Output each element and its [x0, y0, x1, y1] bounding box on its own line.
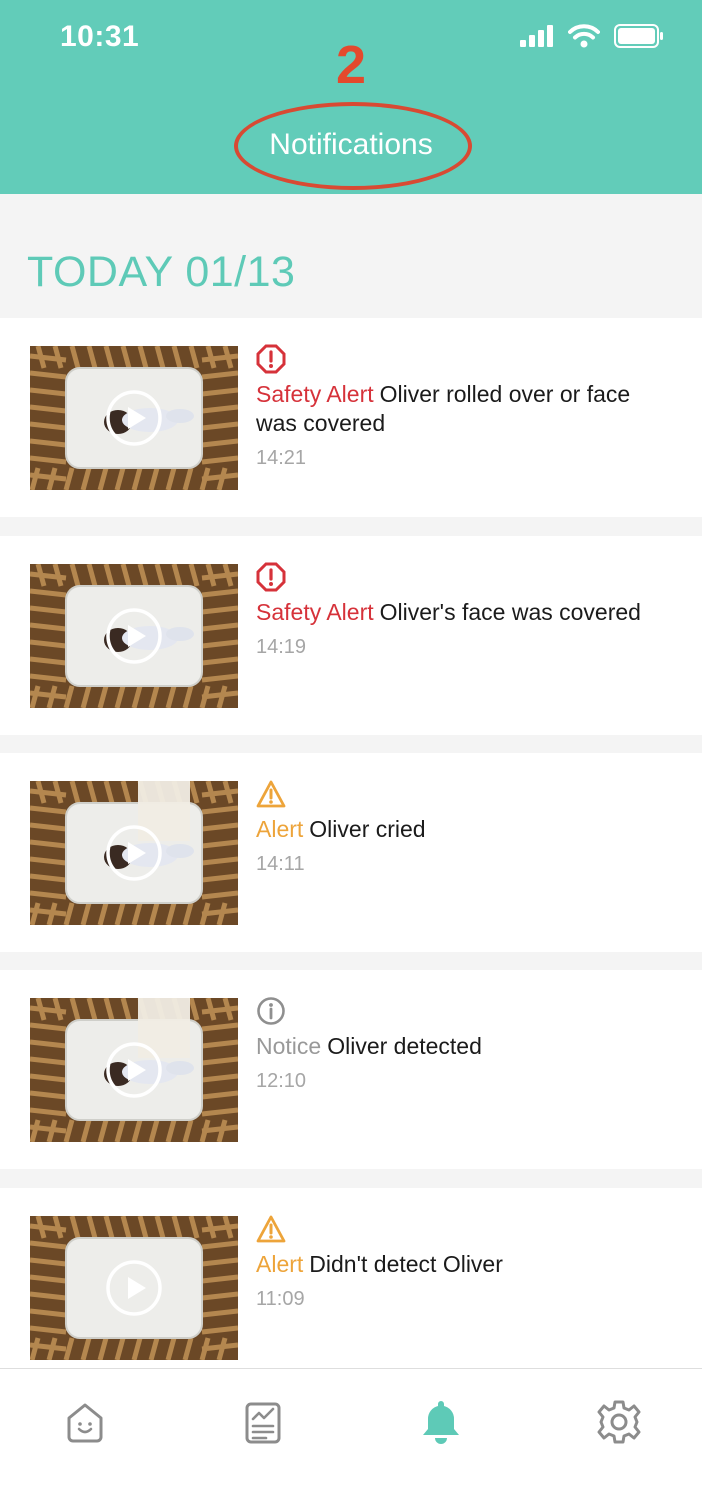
video-thumbnail[interactable]	[30, 1216, 238, 1360]
notification-text: Oliver detected	[327, 1033, 482, 1059]
play-icon[interactable]	[106, 825, 162, 881]
notification-card-1[interactable]: Safety Alert Oliver rolled over or face w…	[0, 318, 702, 517]
notification-card-4[interactable]: Notice Oliver detected 12:10	[0, 970, 702, 1169]
page-title: Notifications	[269, 128, 433, 161]
warning-triangle-icon	[256, 1215, 286, 1243]
notification-message: Safety Alert Oliver rolled over or face w…	[256, 380, 674, 438]
info-circle-icon	[257, 997, 285, 1025]
notification-time: 14:21	[256, 447, 307, 469]
notification-card-2[interactable]: Safety Alert Oliver's face was covered 14…	[0, 536, 702, 735]
notification-info: Alert Didn't detect Oliver 11:09	[256, 1214, 674, 1311]
safety-octagon-icon	[256, 562, 286, 592]
play-icon[interactable]	[106, 1042, 162, 1098]
notification-severity-label: Notice	[256, 1033, 322, 1059]
notification-card-5[interactable]: Alert Didn't detect Oliver 11:09	[0, 1188, 702, 1387]
notification-time: 12:10	[256, 1070, 307, 1092]
notification-info: Safety Alert Oliver's face was covered 14…	[256, 562, 674, 659]
notification-message: Alert Oliver cried	[256, 815, 674, 844]
play-icon[interactable]	[106, 390, 162, 446]
video-thumbnail[interactable]	[30, 998, 238, 1142]
annotation-number: 2	[335, 35, 367, 95]
notification-severity-label: Safety Alert	[256, 381, 374, 407]
video-thumbnail[interactable]	[30, 564, 238, 708]
section-date-heading: TODAY 01/13	[27, 248, 296, 296]
bell-icon[interactable]	[416, 1397, 466, 1447]
app-header: 10:31 2 Notifications	[0, 0, 702, 194]
notification-severity-label: Alert	[256, 816, 304, 842]
notification-severity-label: Alert	[256, 1251, 304, 1277]
safety-octagon-icon	[256, 344, 286, 374]
video-thumbnail[interactable]	[30, 781, 238, 925]
home-smile-icon[interactable]	[60, 1397, 110, 1447]
play-icon[interactable]	[106, 608, 162, 664]
notification-info: Alert Oliver cried 14:11	[256, 779, 674, 876]
gear-icon[interactable]	[594, 1397, 644, 1447]
warning-triangle-icon	[256, 780, 286, 808]
notification-message: Notice Oliver detected	[256, 1032, 674, 1061]
notification-info: Notice Oliver detected 12:10	[256, 996, 674, 1093]
report-chart-icon[interactable]	[238, 1397, 288, 1447]
notification-severity-label: Safety Alert	[256, 599, 374, 625]
notification-card-3[interactable]: Alert Oliver cried 14:11	[0, 753, 702, 952]
notification-text: Didn't detect Oliver	[309, 1251, 503, 1277]
notification-time: 14:11	[256, 853, 305, 875]
notification-info: Safety Alert Oliver rolled over or face w…	[256, 344, 674, 470]
notification-time: 11:09	[256, 1288, 305, 1310]
notification-message: Alert Didn't detect Oliver	[256, 1250, 674, 1279]
notification-text: Oliver cried	[309, 816, 426, 842]
video-thumbnail[interactable]	[30, 346, 238, 490]
play-icon[interactable]	[106, 1260, 162, 1316]
notification-message: Safety Alert Oliver's face was covered	[256, 598, 674, 627]
bottom-tab-bar	[0, 1368, 702, 1488]
notification-time: 14:19	[256, 636, 307, 658]
notification-text: Oliver's face was covered	[379, 599, 641, 625]
